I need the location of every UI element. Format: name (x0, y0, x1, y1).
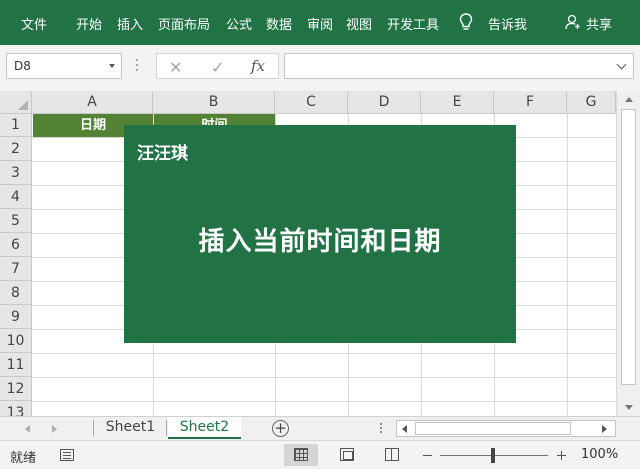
formula-input[interactable] (284, 53, 634, 79)
tab-developer[interactable]: 开发工具 (387, 14, 439, 33)
drag-handle-icon[interactable] (136, 59, 139, 73)
formula-buttons: ✕ ✓ fx (156, 53, 279, 79)
gridline (32, 353, 616, 354)
drag-handle-icon[interactable] (380, 423, 383, 435)
chevron-down-icon[interactable] (109, 64, 115, 68)
person-share-icon[interactable] (565, 14, 581, 30)
tab-insert[interactable]: 插入 (117, 14, 143, 33)
enter-check-icon[interactable]: ✓ (211, 58, 224, 77)
scroll-down-arrow-icon[interactable] (625, 405, 633, 410)
tab-formulas[interactable]: 公式 (226, 14, 252, 33)
page-break-icon (385, 448, 399, 461)
row-header-5[interactable]: 5 (0, 209, 32, 233)
zoom-level[interactable]: 100% (581, 447, 618, 462)
status-bar: 就绪 100% (0, 440, 640, 469)
column-header-d[interactable]: D (348, 91, 421, 114)
expand-formula-chevron-icon[interactable] (616, 59, 627, 70)
zoom-slider-thumb[interactable] (491, 448, 495, 463)
row-header-13[interactable]: 13 (0, 401, 32, 416)
select-all-corner[interactable] (0, 91, 32, 114)
column-header-c[interactable]: C (275, 91, 348, 114)
row-header-7[interactable]: 7 (0, 257, 32, 281)
row-header-2[interactable]: 2 (0, 137, 32, 161)
gridline (32, 377, 616, 378)
column-header-a[interactable]: A (32, 91, 153, 114)
scroll-left-arrow-icon[interactable] (402, 425, 407, 433)
share-button[interactable]: 共享 (586, 14, 612, 33)
title-banner: 汪汪琪 插入当前时间和日期 (124, 125, 516, 343)
macro-record-icon[interactable] (60, 449, 74, 461)
scroll-right-arrow-icon[interactable] (602, 425, 607, 433)
scroll-up-arrow-icon[interactable] (625, 97, 633, 102)
formula-bar-area: D8 ✕ ✓ fx (0, 45, 640, 91)
tab-page-layout[interactable]: 页面布局 (158, 14, 210, 33)
sheet-tabs-bar: Sheet1 Sheet2 + (0, 416, 640, 440)
tab-file[interactable]: 文件 (21, 14, 47, 33)
grid-view-icon (294, 448, 308, 461)
column-header-b[interactable]: B (153, 91, 275, 114)
status-ready-text: 就绪 (10, 451, 37, 466)
cancel-icon[interactable]: ✕ (169, 58, 182, 77)
normal-view-button[interactable] (284, 444, 318, 466)
insert-function-icon[interactable]: fx (251, 57, 265, 75)
tab-view[interactable]: 视图 (346, 14, 372, 33)
tab-review[interactable]: 审阅 (307, 14, 333, 33)
add-sheet-icon[interactable]: + (272, 420, 289, 437)
gridline (32, 401, 616, 402)
select-all-triangle-icon (18, 100, 28, 110)
next-sheet-arrow-icon[interactable] (52, 425, 57, 433)
column-header-g[interactable]: G (567, 91, 616, 114)
tab-separator (166, 420, 167, 436)
sheet-tab-sheet1[interactable]: Sheet1 (98, 417, 163, 439)
column-header-f[interactable]: F (494, 91, 567, 114)
zoom-out-icon[interactable] (423, 455, 432, 456)
tab-home[interactable]: 开始 (76, 14, 102, 33)
row-header-11[interactable]: 11 (0, 353, 32, 377)
row-header-8[interactable]: 8 (0, 281, 32, 305)
banner-headline: 插入当前时间和日期 (198, 227, 442, 257)
page-break-view-button[interactable] (375, 444, 409, 466)
name-box[interactable]: D8 (6, 53, 122, 79)
page-layout-view-button[interactable] (330, 444, 364, 466)
horizontal-scroll-thumb[interactable] (415, 422, 571, 435)
row-header-1[interactable]: 1 (0, 114, 32, 137)
vertical-scrollbar[interactable] (616, 91, 640, 416)
page-layout-icon (340, 448, 354, 461)
sheet-tab-sheet2[interactable]: Sheet2 (168, 417, 241, 439)
row-header-10[interactable]: 10 (0, 329, 32, 353)
horizontal-scrollbar[interactable] (396, 420, 616, 437)
vertical-scroll-thumb[interactable] (621, 109, 636, 385)
row-header-4[interactable]: 4 (0, 185, 32, 209)
tab-separator (93, 420, 94, 436)
author-name: 汪汪琪 (137, 144, 188, 164)
gridline (567, 114, 568, 416)
name-box-value: D8 (14, 59, 31, 73)
row-header-3[interactable]: 3 (0, 161, 32, 185)
ribbon-tab-bar: 文件 开始 插入 页面布局 公式 数据 审阅 视图 开发工具 告诉我 共享 (0, 0, 640, 45)
column-header-e[interactable]: E (421, 91, 494, 114)
zoom-in-icon[interactable] (557, 451, 566, 460)
lightbulb-icon[interactable] (458, 12, 474, 32)
row-header-6[interactable]: 6 (0, 233, 32, 257)
row-header-9[interactable]: 9 (0, 305, 32, 329)
tab-data[interactable]: 数据 (266, 14, 292, 33)
row-header-12[interactable]: 12 (0, 377, 32, 401)
tell-me-search[interactable]: 告诉我 (488, 14, 527, 33)
prev-sheet-arrow-icon[interactable] (25, 425, 30, 433)
